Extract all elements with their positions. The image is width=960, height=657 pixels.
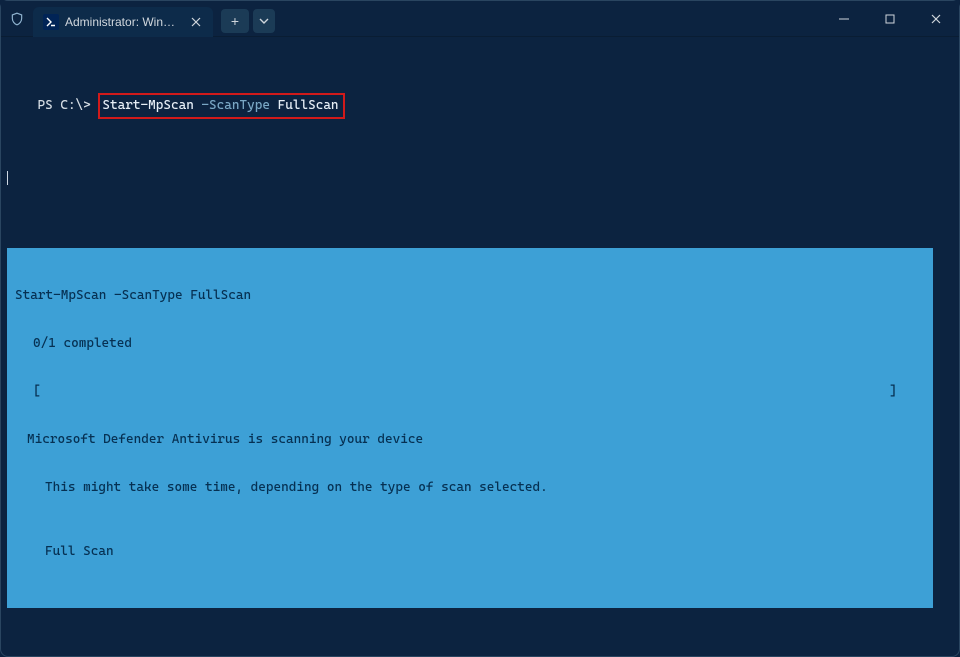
chevron-down-icon [259, 16, 269, 26]
progress-bar-close-bracket: ] [889, 384, 927, 400]
powershell-icon [43, 14, 59, 30]
progress-bar: [ ] [15, 384, 927, 400]
cmdlet-argument: FullScan [278, 98, 339, 113]
cmdlet-parameter: -ScanType [194, 98, 278, 113]
tab-powershell[interactable]: Administrator: Windows Powe [33, 7, 213, 37]
progress-scan-type: Full Scan [15, 544, 927, 560]
close-button[interactable] [913, 1, 959, 37]
maximize-button[interactable] [867, 1, 913, 37]
progress-panel: Start-MpScan -ScanType FullScan 0/1 comp… [7, 248, 933, 608]
titlebar: Administrator: Windows Powe + [1, 1, 959, 37]
progress-status-2: This might take some time, depending on … [15, 480, 927, 496]
terminal-output[interactable]: PS C:\> Start-MpScan -ScanType FullScan … [1, 37, 959, 627]
plus-icon: + [231, 13, 239, 29]
close-icon [931, 14, 941, 24]
minimize-icon [839, 14, 849, 24]
command-line: PS C:\> Start-MpScan -ScanType FullScan [7, 73, 953, 139]
progress-bar-fill [41, 384, 890, 400]
progress-count: 0/1 completed [15, 336, 927, 352]
minimize-button[interactable] [821, 1, 867, 37]
command-highlight: Start-MpScan -ScanType FullScan [98, 93, 344, 119]
progress-title: Start-MpScan -ScanType FullScan [15, 288, 927, 304]
progress-status-1: Microsoft Defender Antivirus is scanning… [15, 432, 927, 448]
new-tab-button[interactable]: + [221, 9, 249, 33]
prompt-string: PS C:\> [37, 98, 98, 113]
maximize-icon [885, 14, 895, 24]
tab-close-button[interactable] [187, 13, 205, 31]
text-cursor [7, 171, 14, 185]
progress-bar-open-bracket: [ [33, 384, 41, 400]
tab-title: Administrator: Windows Powe [65, 15, 181, 29]
window-controls [821, 1, 959, 37]
cmdlet-name: Start-MpScan [102, 98, 193, 113]
tab-dropdown-button[interactable] [253, 9, 275, 33]
shield-icon [9, 11, 25, 27]
